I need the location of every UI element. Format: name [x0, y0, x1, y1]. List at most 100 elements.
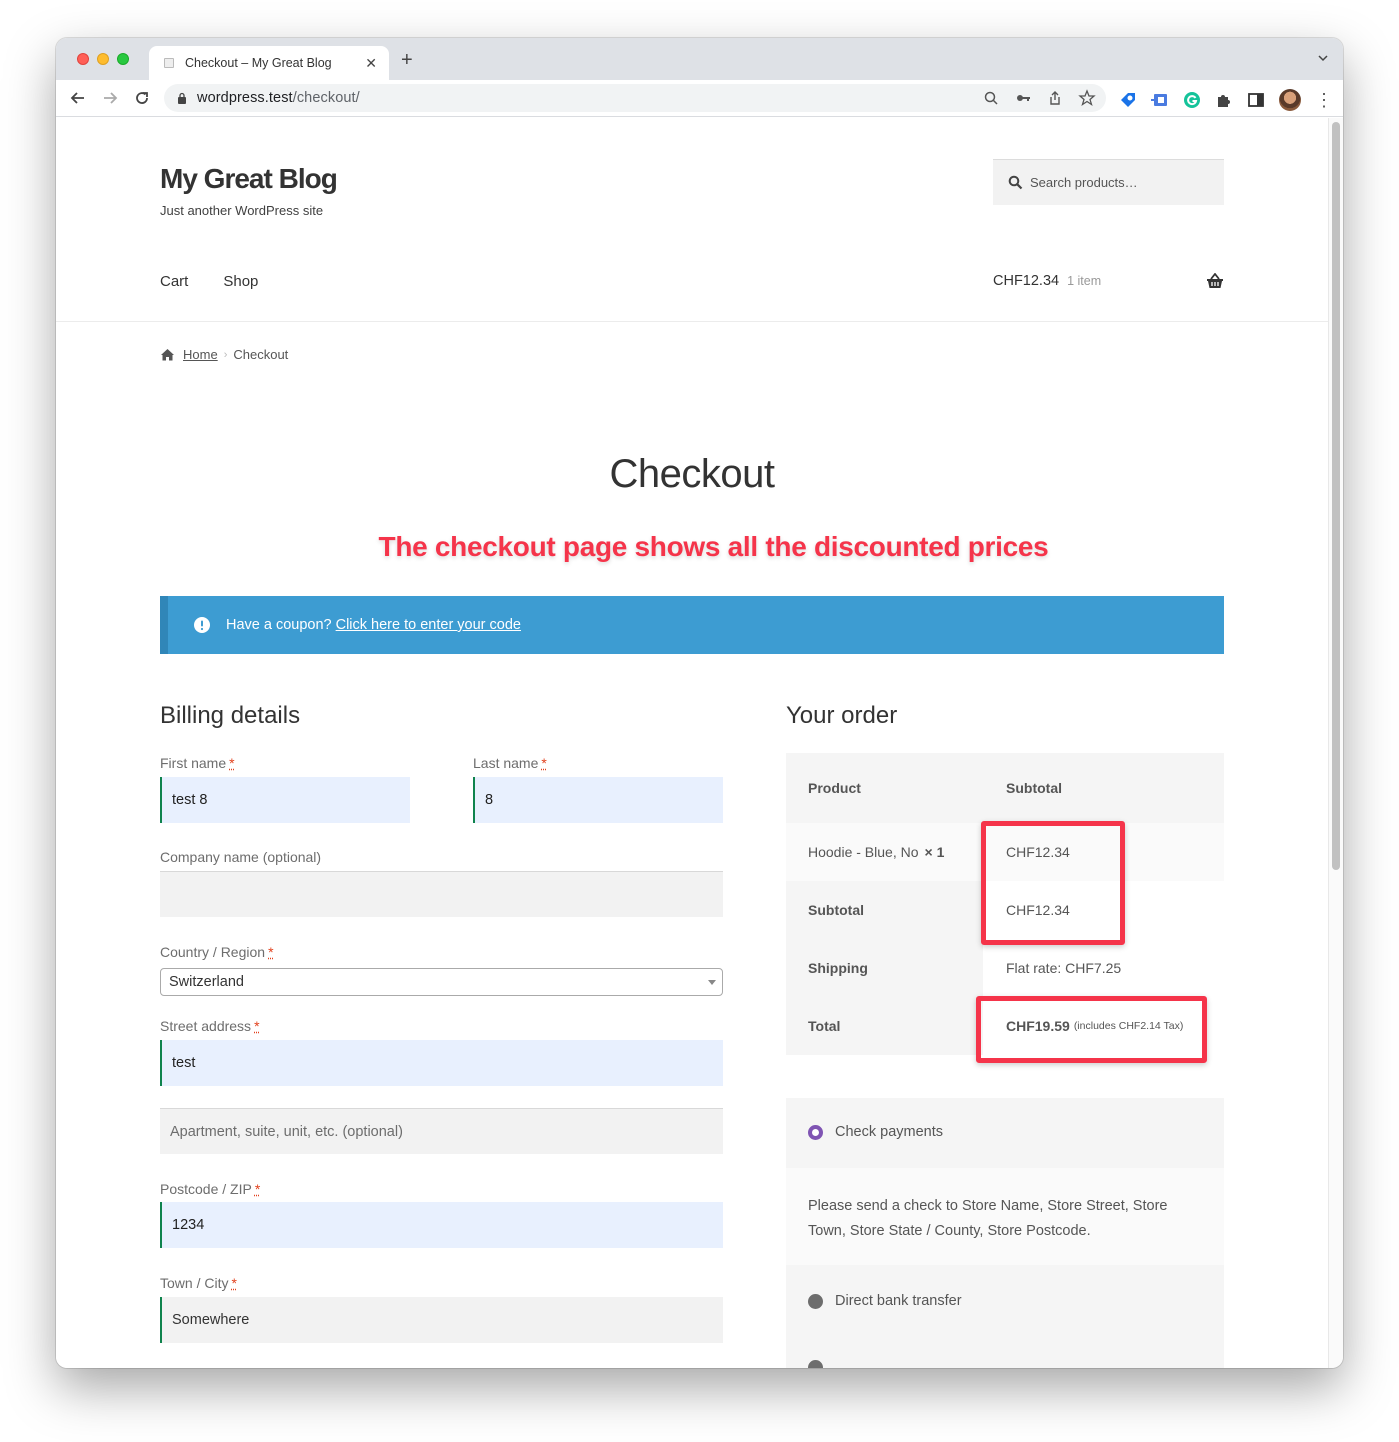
street-address-line2-field[interactable] [160, 1108, 723, 1154]
new-tab-button[interactable]: + [401, 50, 413, 70]
reload-icon[interactable] [132, 88, 152, 108]
browser-tab-active[interactable]: Checkout – My Great Blog ✕ [149, 46, 389, 80]
browser-window: Checkout – My Great Blog ✕ + wordpress.t… [56, 38, 1343, 1368]
side-panel-icon[interactable] [1247, 91, 1265, 109]
street-address-label: Street address * [160, 1018, 260, 1034]
billing-details-heading: Billing details [160, 702, 301, 729]
scrollbar-thumb[interactable] [1332, 122, 1340, 870]
mini-cart[interactable]: CHF12.34 1 item [993, 273, 1224, 289]
tax-note: (includes CHF2.14 Tax) [1073, 1020, 1184, 1032]
last-name-field[interactable] [473, 777, 723, 823]
payment-option-partial[interactable] [808, 1360, 835, 1368]
payment-option-check[interactable]: Check payments [808, 1124, 943, 1140]
first-name-label: First name * [160, 755, 235, 771]
breadcrumb-separator: › [223, 348, 228, 361]
profile-avatar[interactable] [1279, 89, 1301, 111]
address-bar[interactable]: wordpress.test/checkout/ [164, 84, 1106, 112]
basket-icon[interactable] [1206, 273, 1224, 289]
page-scrollbar[interactable] [1328, 118, 1343, 1368]
street-address-field[interactable] [160, 1040, 723, 1086]
url-text: wordpress.test/checkout/ [197, 90, 360, 106]
annotation-caption: The checkout page shows all the discount… [378, 531, 1049, 562]
total-label: Total [786, 997, 983, 1055]
column-header-subtotal: Subtotal [1006, 780, 1062, 796]
cart-count: 1 item [1067, 274, 1102, 288]
search-input[interactable] [1030, 175, 1210, 190]
grammarly-icon[interactable] [1183, 91, 1201, 109]
favicon-icon [164, 58, 174, 68]
check-payment-description: Please send a check to Store Name, Store… [786, 1168, 1224, 1265]
maximize-window-button[interactable] [117, 53, 129, 65]
column-header-product: Product [808, 780, 861, 796]
extensions-puzzle-icon[interactable] [1215, 91, 1233, 109]
first-name-field[interactable] [160, 777, 410, 823]
lock-icon [178, 92, 186, 104]
page-viewport: My Great Blog Just another WordPress sit… [56, 118, 1328, 1368]
key-icon[interactable] [1014, 89, 1032, 107]
order-item-subtotal: CHF12.34 [1006, 844, 1070, 860]
price-tag-extension-icon[interactable] [1119, 91, 1137, 109]
company-name-field[interactable] [160, 871, 723, 917]
enter-coupon-link[interactable]: Click here to enter your code [336, 617, 521, 633]
country-select[interactable]: Switzerland [160, 968, 723, 996]
tab-strip: Checkout – My Great Blog ✕ + [56, 38, 1343, 80]
last-name-label: Last name * [473, 755, 547, 771]
company-name-label: Company name (optional) [160, 849, 322, 865]
cart-subtotal-row: Subtotal CHF12.34 [786, 881, 1224, 939]
forward-arrow-icon[interactable] [100, 88, 120, 108]
postcode-field[interactable] [160, 1202, 723, 1248]
order-table-header: Product Subtotal [786, 753, 1224, 823]
dropdown-arrow-icon [708, 980, 716, 985]
share-icon[interactable] [1046, 89, 1064, 107]
subtotal-value: CHF12.34 [983, 881, 1224, 939]
exclamation-circle-icon [194, 617, 210, 633]
radio-unselected-icon[interactable] [808, 1360, 823, 1368]
close-window-button[interactable] [77, 53, 89, 65]
coupon-text: Have a coupon? [226, 617, 332, 633]
shipping-value: Flat rate: CHF7.25 [983, 939, 1224, 997]
payment-option-label: Direct bank transfer [835, 1293, 962, 1309]
tab-search-chevron-icon[interactable] [1317, 52, 1329, 64]
country-selected-value: Switzerland [169, 974, 244, 990]
postcode-label: Postcode / ZIP * [160, 1181, 261, 1197]
order-review-table: Product Subtotal Hoodie - Blue, No × 1 CH… [786, 753, 1224, 1055]
cart-amount: CHF12.34 [993, 273, 1060, 289]
home-icon [161, 349, 174, 361]
country-label: Country / Region * [160, 944, 274, 960]
radio-unselected-icon[interactable] [808, 1293, 823, 1309]
shipping-label: Shipping [786, 939, 983, 997]
breadcrumb-current: Checkout [233, 347, 289, 362]
nav-link-shop[interactable]: Shop [223, 273, 258, 290]
search-icon [1008, 175, 1023, 190]
subtotal-label: Subtotal [786, 881, 983, 939]
browser-menu-icon[interactable]: ⋮ [1315, 91, 1333, 109]
product-search[interactable] [993, 159, 1224, 205]
order-total-row: Total CHF19.59 (includes CHF2.14 Tax) [786, 997, 1224, 1055]
order-item-qty: × 1 [924, 844, 945, 860]
header-divider [56, 321, 1328, 322]
total-value: CHF19.59 (includes CHF2.14 Tax) [983, 997, 1224, 1055]
your-order-heading: Your order [786, 702, 898, 729]
coupon-notice: Have a coupon? Click here to enter your … [160, 596, 1224, 654]
site-title[interactable]: My Great Blog [160, 163, 338, 195]
tab-close-icon[interactable]: ✕ [365, 55, 377, 72]
code-extension-icon[interactable] [1151, 91, 1169, 109]
order-item-name: Hoodie - Blue, No × 1 [808, 844, 945, 860]
payment-option-bank-transfer[interactable]: Direct bank transfer [808, 1293, 962, 1309]
tab-title: Checkout – My Great Blog [185, 56, 332, 70]
radio-selected-icon[interactable] [808, 1124, 823, 1140]
breadcrumb-home-link[interactable]: Home [183, 347, 218, 362]
shipping-row: Shipping Flat rate: CHF7.25 [786, 939, 1224, 997]
payment-option-label: Check payments [835, 1124, 943, 1140]
back-arrow-icon[interactable] [68, 88, 88, 108]
zoom-search-icon[interactable] [982, 89, 1000, 107]
city-label: Town / City * [160, 1275, 237, 1291]
browser-toolbar: wordpress.test/checkout/ ⋮ [56, 80, 1343, 117]
site-tagline: Just another WordPress site [160, 203, 324, 218]
nav-link-cart[interactable]: Cart [160, 273, 188, 290]
minimize-window-button[interactable] [97, 53, 109, 65]
primary-navigation: Cart Shop [160, 273, 258, 290]
city-field[interactable] [160, 1297, 723, 1343]
total-amount: CHF19.59 [1006, 1018, 1070, 1034]
bookmark-star-icon[interactable] [1078, 89, 1096, 107]
